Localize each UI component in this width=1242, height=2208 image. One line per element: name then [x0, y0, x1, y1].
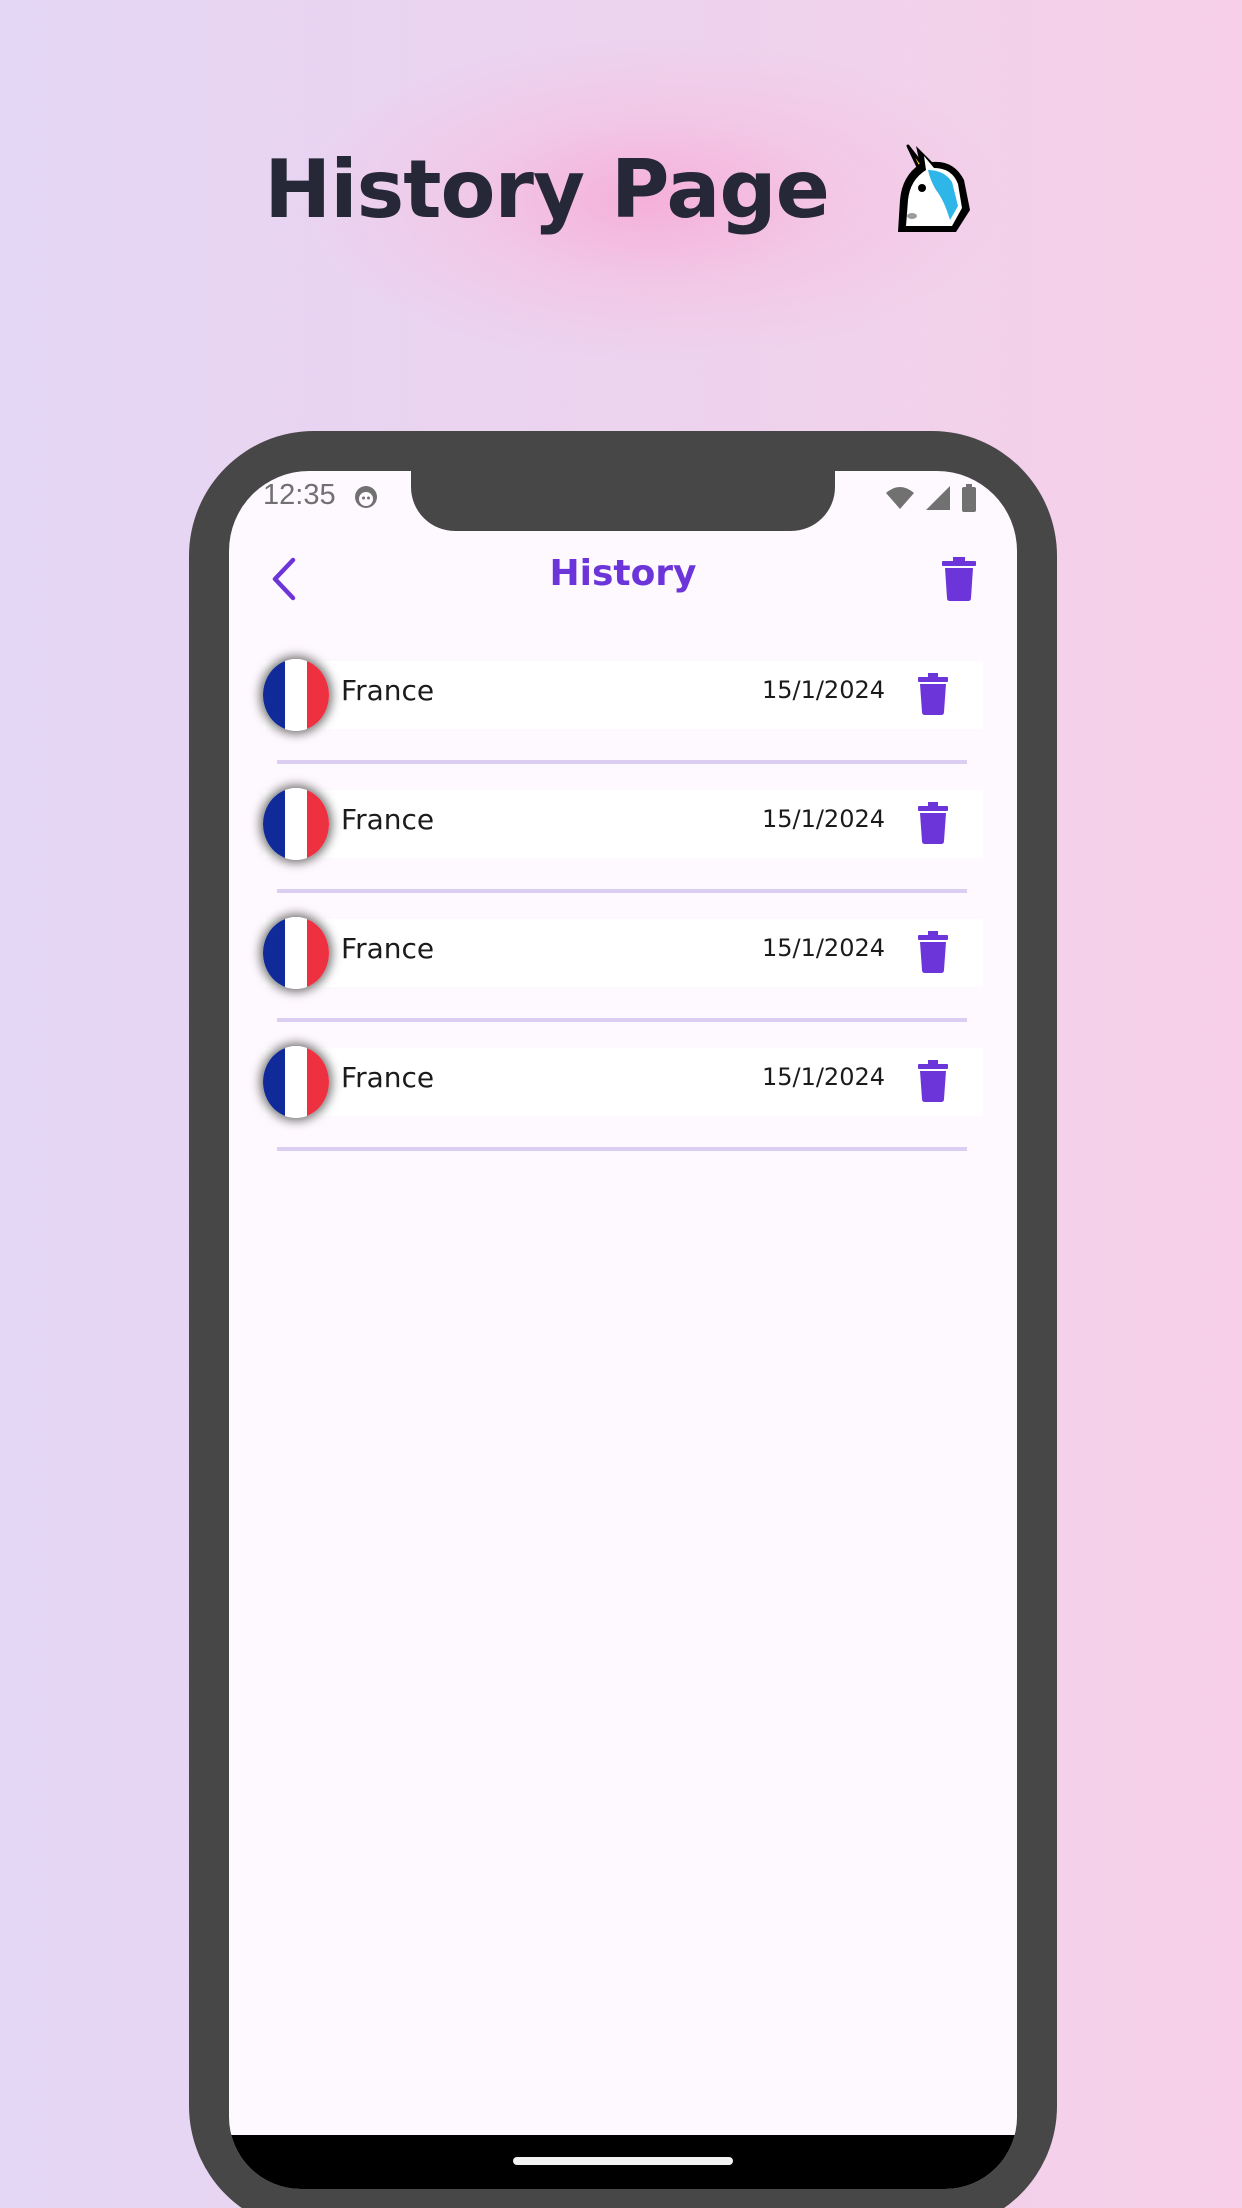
france-flag-icon	[263, 659, 329, 731]
history-item[interactable]: France 15/1/2024	[263, 917, 983, 989]
france-flag-icon	[263, 917, 329, 989]
history-date: 15/1/2024	[761, 805, 885, 833]
country-name: France	[341, 932, 435, 965]
list-divider	[277, 889, 967, 893]
country-name: France	[341, 674, 435, 707]
list-divider	[277, 760, 967, 764]
delete-item-button[interactable]	[917, 931, 949, 973]
france-flag-icon	[263, 788, 329, 860]
history-item[interactable]: France 15/1/2024	[263, 788, 983, 860]
delete-item-button[interactable]	[917, 673, 949, 715]
phone-notch	[411, 471, 835, 531]
history-date: 15/1/2024	[761, 676, 885, 704]
france-flag-icon	[263, 1046, 329, 1118]
home-bar-area	[229, 2135, 1017, 2189]
signal-icon	[926, 486, 950, 510]
unicorn-icon	[897, 144, 970, 233]
phone-frame: 12:35 History France 15/1/2024 France 15…	[189, 431, 1057, 2208]
history-item[interactable]: France 15/1/2024	[263, 659, 983, 731]
page-heading-text: History Page	[264, 143, 830, 237]
delete-item-button[interactable]	[917, 1060, 949, 1102]
list-divider	[277, 1018, 967, 1022]
clear-history-button[interactable]	[941, 557, 977, 601]
battery-icon	[962, 484, 976, 512]
status-icons	[885, 483, 977, 513]
history-date: 15/1/2024	[761, 1063, 885, 1091]
phone-screen: 12:35 History France 15/1/2024 France 15…	[229, 471, 1017, 2189]
wifi-icon	[886, 487, 914, 509]
page-heading: History Page	[0, 120, 1242, 255]
home-indicator[interactable]	[513, 2157, 733, 2165]
status-time: 12:35	[263, 479, 336, 511]
delete-item-button[interactable]	[917, 802, 949, 844]
country-name: France	[341, 1061, 435, 1094]
country-name: France	[341, 803, 435, 836]
list-divider	[277, 1147, 967, 1151]
history-item[interactable]: France 15/1/2024	[263, 1046, 983, 1118]
face-icon	[355, 486, 377, 508]
app-title: History	[549, 553, 697, 594]
history-date: 15/1/2024	[761, 934, 885, 962]
